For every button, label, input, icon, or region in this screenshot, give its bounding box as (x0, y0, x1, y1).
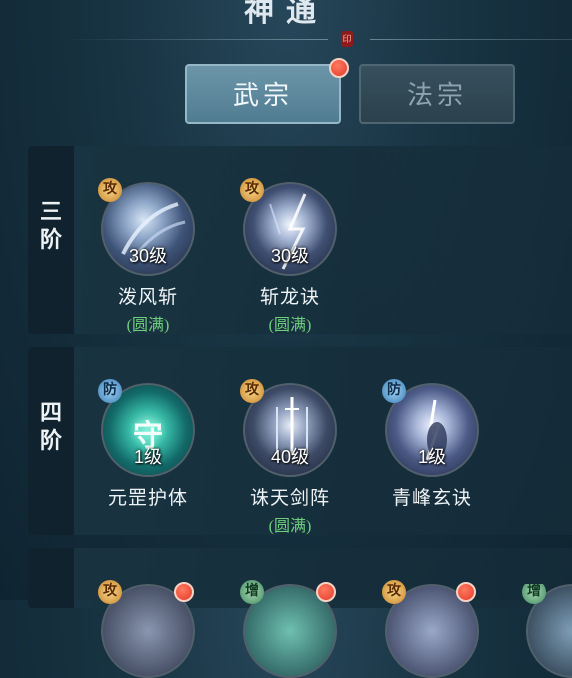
title-divider-left (60, 39, 328, 40)
skill-level: 1级 (133, 447, 162, 467)
notification-dot (329, 58, 349, 78)
skill-name: 泼风斩 (117, 287, 178, 308)
notification-dot (456, 582, 476, 602)
tier-label-top: 三 (39, 199, 62, 224)
defense-badge-icon: 防 (98, 379, 122, 403)
skill-zhanlongjue[interactable]: 30级 攻 斩龙诀 (圆满) (230, 178, 350, 335)
attack-badge-icon: 攻 (240, 178, 264, 202)
attack-badge-icon: 攻 (98, 178, 122, 202)
skill-status: (圆满) (268, 317, 312, 334)
skill-level: 30级 (270, 246, 310, 266)
tab-fazong[interactable]: 法宗 (359, 64, 515, 124)
tier-label-bottom: 阶 (39, 227, 62, 252)
notification-dot (316, 582, 336, 602)
skill-level: 30级 (128, 246, 168, 266)
attack-badge-icon: 攻 (382, 580, 406, 604)
page-title: 神通 (244, 0, 328, 28)
skill-pofengzhan[interactable]: 30级 攻 泼风斩 (圆满) (88, 178, 208, 335)
skill-name: 斩龙诀 (259, 287, 320, 308)
tier-label-bottom: 阶 (39, 428, 62, 453)
skill-name: 诛天剑阵 (249, 488, 330, 509)
attack-badge-icon: 攻 (240, 379, 264, 403)
tier-label-top: 四 (39, 400, 62, 425)
skill-name: 元罡护体 (107, 488, 188, 509)
skill-yuangang-huti[interactable]: 守 1级 防 元罡护体 (88, 379, 208, 512)
skill-tier5-3[interactable]: 攻 (372, 580, 492, 678)
skill-zhutian-jianzhen[interactable]: 40级 攻 诛天剑阵 (圆满) (230, 379, 350, 536)
skill-name: 青峰玄诀 (391, 488, 472, 509)
defense-badge-icon: 防 (382, 379, 406, 403)
skill-qingfeng-xuanjue[interactable]: 1级 防 青峰玄诀 (372, 379, 492, 512)
title-divider-right (370, 39, 572, 40)
skill-status: (圆满) (268, 518, 312, 535)
seal-icon: 印 (341, 31, 353, 47)
notification-dot (174, 582, 194, 602)
skill-level: 40级 (270, 447, 310, 467)
tab-wuzong[interactable]: 武宗 (185, 64, 341, 124)
buff-badge-icon: 增 (240, 580, 264, 604)
skill-tier5-4[interactable]: 增 (512, 584, 572, 678)
tier-label-box (28, 548, 74, 608)
skill-status: (圆满) (126, 317, 170, 334)
attack-badge-icon: 攻 (98, 580, 122, 604)
skill-level: 1级 (417, 447, 446, 467)
